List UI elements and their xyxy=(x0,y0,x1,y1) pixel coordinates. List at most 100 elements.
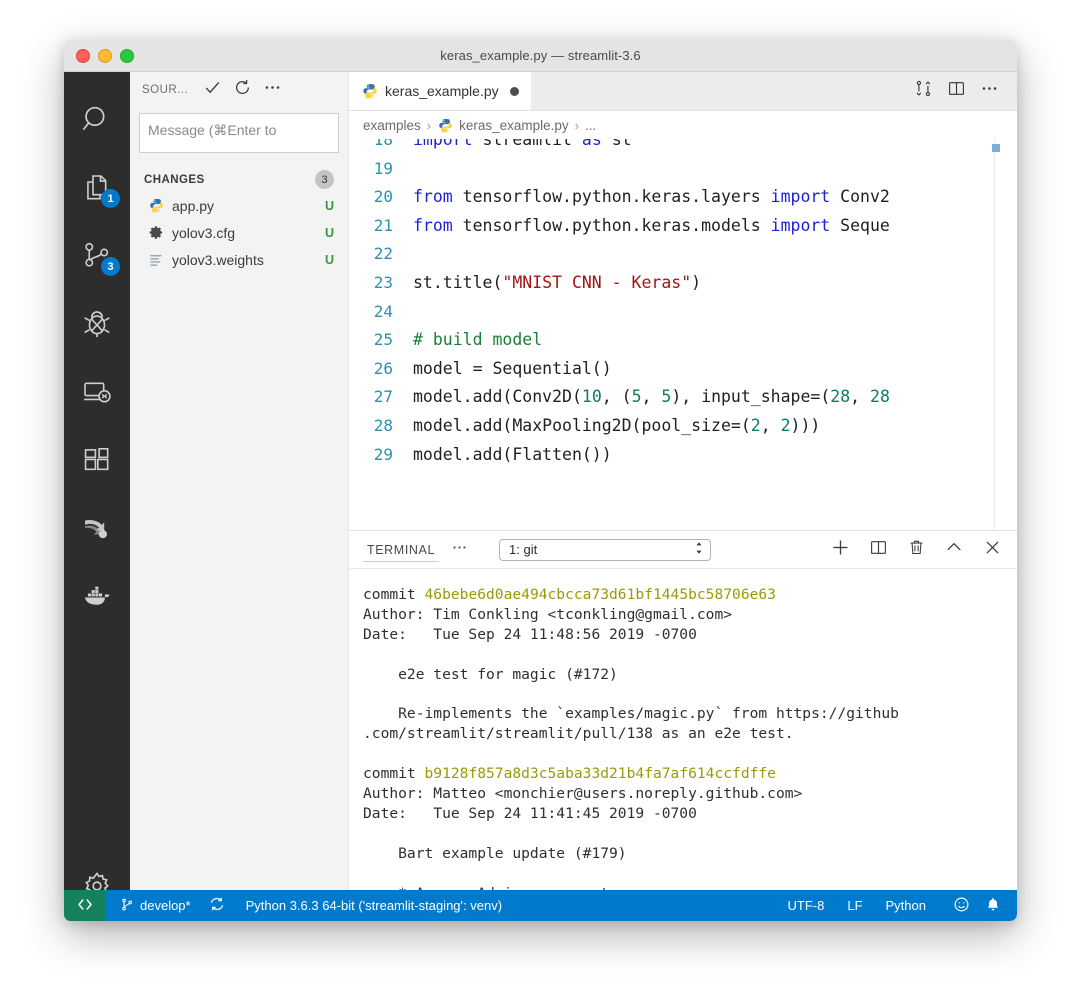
terminal-line: Author: Matteo <monchier@users.noreply.g… xyxy=(363,784,1017,804)
line-number: 29 xyxy=(349,441,405,470)
changes-group-header[interactable]: CHANGES 3 xyxy=(130,167,348,192)
window-titlebar: keras_example.py — streamlit-3.6 xyxy=(64,40,1017,72)
file-status-badge: U xyxy=(325,199,334,213)
code-editor[interactable]: 18import streamlit as st1920from tensorf… xyxy=(349,139,1017,531)
screenshot-root: keras_example.py — streamlit-3.6 xyxy=(0,0,1080,1006)
language-label: Python xyxy=(886,898,926,913)
scm-more-button[interactable] xyxy=(258,77,286,103)
chevron-right-icon: › xyxy=(427,118,431,133)
kill-terminal-button[interactable] xyxy=(905,539,927,561)
code-line: 22 xyxy=(349,240,1017,269)
branch-name: develop* xyxy=(140,898,191,913)
status-branch[interactable]: develop* xyxy=(106,890,200,921)
interpreter-label: Python 3.6.3 64-bit ('streamlit-staging'… xyxy=(246,898,502,913)
line-number: 24 xyxy=(349,298,405,327)
tab-label: keras_example.py xyxy=(385,83,499,99)
breadcrumb-item-symbol[interactable]: ... xyxy=(585,118,596,133)
text-file-icon xyxy=(148,252,164,268)
activity-item-source-control[interactable]: 3 xyxy=(64,222,130,290)
status-language[interactable]: Python xyxy=(877,890,935,921)
plus-icon xyxy=(830,537,851,563)
code-line: 20from tensorflow.python.keras.layers im… xyxy=(349,183,1017,212)
commit-message-input[interactable]: Message (⌘Enter to xyxy=(139,113,339,153)
line-number: 21 xyxy=(349,212,405,241)
activity-item-search[interactable] xyxy=(64,86,130,154)
scm-refresh-button[interactable] xyxy=(228,77,256,103)
scm-commit-button[interactable] xyxy=(198,77,226,103)
editor-group: keras_example.py xyxy=(349,72,1017,921)
docker-icon xyxy=(80,579,114,613)
activity-item-debug[interactable] xyxy=(64,290,130,358)
list-item[interactable]: yolov3.weights U xyxy=(130,246,348,273)
terminal-output[interactable]: commit 46bebe6d0ae494cbcca73d61bf1445bc5… xyxy=(349,569,1017,921)
terminal-line: Re-implements the `examples/magic.py` fr… xyxy=(363,704,1017,724)
terminal-selector-dropdown[interactable]: 1: git xyxy=(499,539,711,561)
list-item[interactable]: yolov3.cfg U xyxy=(130,219,348,246)
check-icon xyxy=(203,78,222,102)
activity-item-extensions[interactable] xyxy=(64,426,130,494)
terminal-line: Author: Tim Conkling <tconkling@gmail.co… xyxy=(363,605,1017,625)
code-line: 18import streamlit as st xyxy=(349,139,1017,155)
compare-changes-button[interactable] xyxy=(909,77,937,105)
panel-more-button[interactable] xyxy=(439,539,479,561)
activity-item-docker[interactable] xyxy=(64,562,130,630)
line-number: 28 xyxy=(349,412,405,441)
code-line: 26model = Sequential() xyxy=(349,355,1017,384)
maximize-window-button[interactable] xyxy=(120,49,134,63)
editor-more-button[interactable] xyxy=(975,77,1003,105)
breadcrumb-item-folder[interactable]: examples xyxy=(363,118,421,133)
search-icon xyxy=(80,103,114,137)
activity-bar: 1 3 xyxy=(64,72,130,921)
remote-indicator-button[interactable] xyxy=(64,890,106,921)
status-sync[interactable] xyxy=(200,890,234,921)
terminal-line: Date: Tue Sep 24 11:48:56 2019 -0700 xyxy=(363,625,1017,645)
window-controls[interactable] xyxy=(76,49,134,63)
status-interpreter[interactable]: Python 3.6.3 64-bit ('streamlit-staging'… xyxy=(234,890,511,921)
bell-icon xyxy=(985,896,1001,916)
minimap-marker[interactable] xyxy=(992,144,1000,152)
panel-tab-label: TERMINAL xyxy=(367,543,435,557)
ellipsis-icon xyxy=(980,79,999,103)
close-window-button[interactable] xyxy=(76,49,90,63)
terminal-selector-value: 1: git xyxy=(509,542,694,557)
activity-item-explorer[interactable]: 1 xyxy=(64,154,130,222)
code-line: 25# build model xyxy=(349,326,1017,355)
status-eol[interactable]: LF xyxy=(833,890,876,921)
config-file-icon xyxy=(148,225,164,241)
python-file-icon xyxy=(148,198,164,214)
breadcrumb-item-file[interactable]: keras_example.py xyxy=(459,118,569,133)
tab-keras-example-py[interactable]: keras_example.py xyxy=(349,72,531,110)
terminal-line xyxy=(363,645,1017,665)
activity-item-remote-explorer[interactable] xyxy=(64,358,130,426)
eol-label: LF xyxy=(847,898,862,913)
list-item[interactable]: app.py U xyxy=(130,192,348,219)
terminal-line: Bart example update (#179) xyxy=(363,844,1017,864)
line-number: 26 xyxy=(349,355,405,384)
split-editor-button[interactable] xyxy=(942,77,970,105)
unsaved-indicator-icon[interactable] xyxy=(510,87,519,96)
line-number: 19 xyxy=(349,155,405,184)
status-notifications[interactable] xyxy=(981,890,1017,921)
collapse-panel-button[interactable] xyxy=(943,539,965,561)
changes-label: CHANGES xyxy=(144,174,315,186)
line-text: # build model xyxy=(405,326,542,355)
file-name: yolov3.cfg xyxy=(172,225,317,241)
status-encoding[interactable]: UTF-8 xyxy=(779,890,834,921)
line-number: 22 xyxy=(349,240,405,269)
close-panel-button[interactable] xyxy=(981,539,1003,561)
trash-icon xyxy=(907,538,926,562)
compare-changes-icon xyxy=(914,79,933,103)
split-terminal-button[interactable] xyxy=(867,539,889,561)
window-title: keras_example.py — streamlit-3.6 xyxy=(64,48,1017,63)
remote-explorer-icon xyxy=(81,376,113,408)
terminal-line xyxy=(363,824,1017,844)
file-status-badge: U xyxy=(325,253,334,267)
panel-actions xyxy=(815,539,1003,561)
new-terminal-button[interactable] xyxy=(829,539,851,561)
editor-tabs: keras_example.py xyxy=(349,72,1017,111)
status-feedback[interactable] xyxy=(935,890,981,921)
tab-terminal[interactable]: TERMINAL xyxy=(363,531,439,568)
minimap-divider xyxy=(994,139,995,530)
activity-item-live-share[interactable] xyxy=(64,494,130,562)
minimize-window-button[interactable] xyxy=(98,49,112,63)
